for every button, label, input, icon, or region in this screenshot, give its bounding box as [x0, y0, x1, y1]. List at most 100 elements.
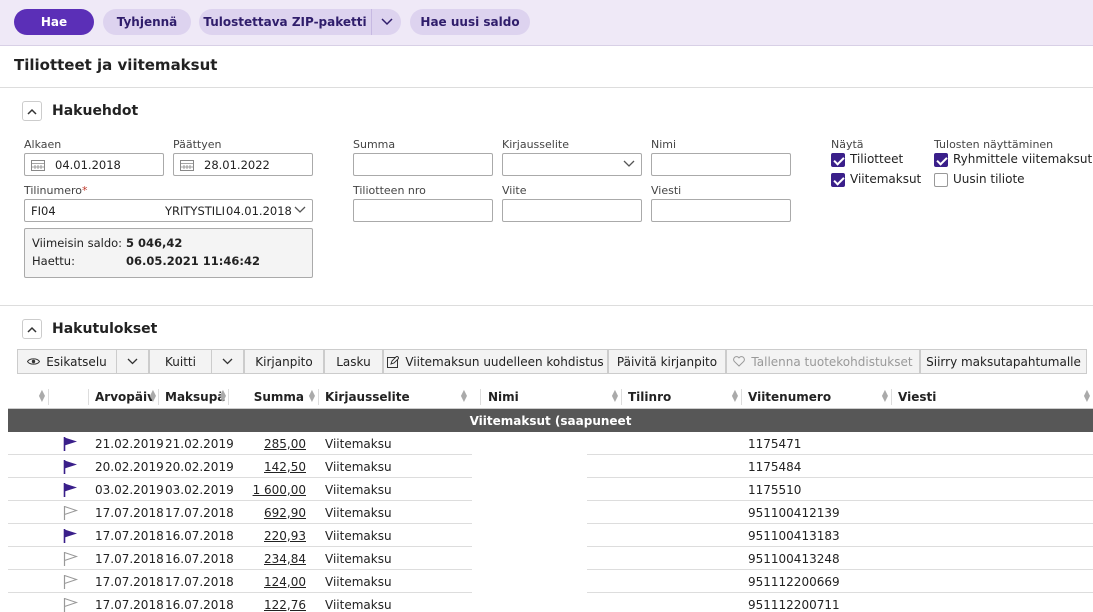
- divider: [158, 389, 159, 405]
- account-select[interactable]: FI04 YRITYSTILI 04.01.2018: [24, 199, 313, 222]
- chevron-up-icon: [27, 108, 37, 115]
- column-reference-label: Viitenumero: [748, 390, 832, 404]
- cell-reference: 951112200711: [748, 597, 840, 612]
- cell-amount[interactable]: 285,00: [234, 432, 306, 455]
- group-header-row[interactable]: Viitemaksut (saapuneet: [8, 409, 1093, 432]
- show-label: Näytä: [831, 138, 864, 151]
- cell-reference: 951100413248: [748, 551, 840, 566]
- flag-outline-icon[interactable]: [63, 574, 79, 589]
- sort-icon: ▲ ▼: [1083, 388, 1090, 403]
- update-bookkeeping-button[interactable]: Päivitä kirjanpito: [608, 349, 726, 374]
- cell-amount[interactable]: 220,93: [234, 524, 306, 547]
- cell-value-date: 21.02.2019: [95, 436, 164, 451]
- top-toolbar: Hae Tyhjennä Tulostettava ZIP-paketti Ha…: [0, 0, 1093, 46]
- flag-outline-icon[interactable]: [63, 597, 79, 612]
- bookkeeping-button[interactable]: Kirjanpito: [244, 349, 324, 374]
- preview-label: Esikatselu: [46, 354, 107, 369]
- cell-entry: Viitemaksu: [325, 436, 392, 451]
- show-statements-checkbox[interactable]: [831, 153, 845, 167]
- entry-select[interactable]: [502, 153, 642, 176]
- flag-filled-icon[interactable]: [63, 528, 79, 543]
- preview-dropdown-button[interactable]: [116, 349, 149, 374]
- eye-icon: [27, 358, 41, 365]
- select-column-header[interactable]: ▲ ▼: [8, 385, 48, 409]
- cell-reference: 951100412139: [748, 505, 840, 520]
- divider: [741, 389, 742, 405]
- show-payments-checkbox[interactable]: [831, 173, 845, 187]
- flag-filled-icon[interactable]: [63, 482, 79, 497]
- calendar-icon: [180, 159, 194, 171]
- group-payments-label: Ryhmittele viitemaksut: [953, 152, 1093, 166]
- cell-amount[interactable]: 692,90: [234, 501, 306, 524]
- name-field[interactable]: [651, 153, 791, 176]
- redacted-area: [472, 432, 587, 612]
- statement-no-field[interactable]: [353, 199, 493, 222]
- collapse-results-button[interactable]: [22, 319, 42, 339]
- group-title: Viitemaksut (saapuneet: [469, 413, 632, 428]
- criteria-section-header: Hakuehdot: [22, 101, 138, 121]
- sort-icon: ▲ ▼: [881, 388, 888, 403]
- collapse-criteria-button[interactable]: [22, 101, 42, 121]
- fetch-new-balance-button[interactable]: Hae uusi saldo: [410, 9, 530, 35]
- cell-amount[interactable]: 234,84: [234, 547, 306, 570]
- cell-value-date: 17.07.2018: [95, 551, 164, 566]
- column-account-label: Tilinro: [628, 390, 672, 404]
- start-date-field[interactable]: 04.01.2018: [24, 153, 164, 176]
- chevron-down-icon: [222, 358, 233, 365]
- column-pay-date[interactable]: Maksupä ▲ ▼: [165, 385, 229, 409]
- invoice-button[interactable]: Lasku: [324, 349, 383, 374]
- entry-label: Kirjausselite: [502, 138, 569, 151]
- sort-icon: ▲ ▼: [149, 388, 156, 403]
- zip-package-button[interactable]: Tulostettava ZIP-paketti: [199, 9, 371, 35]
- cell-amount[interactable]: 1 600,00: [234, 478, 306, 501]
- reference-field[interactable]: [502, 199, 642, 222]
- column-message[interactable]: Viesti ▲ ▼: [898, 385, 1093, 409]
- sort-icon: ▲ ▼: [38, 388, 45, 403]
- cell-value-date: 20.02.2019: [95, 459, 164, 474]
- go-to-payment-button[interactable]: Siirry maksutapahtumalle: [920, 349, 1087, 374]
- latest-statement-checkbox[interactable]: [934, 173, 948, 187]
- results-section-header: Hakutulokset: [22, 319, 157, 339]
- start-date-label: Alkaen: [24, 138, 62, 151]
- column-amount[interactable]: Summa ▲ ▼: [234, 385, 318, 409]
- save-allocations-button[interactable]: Tallenna tuotekohdistukset: [726, 349, 920, 374]
- receipt-button[interactable]: Kuitti: [149, 349, 211, 374]
- column-name-label: Nimi: [488, 390, 519, 404]
- reallocate-payment-button[interactable]: Viitemaksun uudelleen kohdistus: [383, 349, 608, 374]
- flag-outline-icon[interactable]: [63, 551, 79, 566]
- flag-filled-icon[interactable]: [63, 459, 79, 474]
- zip-dropdown-button[interactable]: [371, 9, 401, 35]
- chevron-down-icon: [294, 206, 306, 213]
- cell-amount[interactable]: 122,76: [234, 593, 306, 612]
- cell-amount[interactable]: 124,00: [234, 570, 306, 593]
- chevron-down-icon: [623, 160, 635, 167]
- receipt-dropdown-button[interactable]: [211, 349, 244, 374]
- column-entry-label: Kirjausselite: [325, 390, 410, 404]
- divider: [88, 389, 89, 405]
- end-date-field[interactable]: 28.01.2022: [173, 153, 313, 176]
- column-entry[interactable]: Kirjausselite ▲ ▼: [325, 385, 470, 409]
- sort-icon: ▲ ▼: [611, 388, 618, 403]
- flag-filled-icon[interactable]: [63, 436, 79, 451]
- sum-field[interactable]: [353, 153, 493, 176]
- reallocate-label: Viitemaksun uudelleen kohdistus: [405, 354, 604, 369]
- column-value-date-label: Arvopäiv: [95, 390, 155, 404]
- group-payments-checkbox[interactable]: [934, 153, 948, 167]
- cell-reference: 1175471: [748, 436, 802, 451]
- cell-reference: 1175484: [748, 459, 802, 474]
- search-button[interactable]: Hae: [14, 9, 94, 35]
- cell-amount[interactable]: 142,50: [234, 455, 306, 478]
- column-name[interactable]: Nimi ▲ ▼: [488, 385, 621, 409]
- statement-no-label: Tiliotteen nro: [353, 184, 426, 197]
- message-field[interactable]: [651, 199, 791, 222]
- preview-button[interactable]: Esikatselu: [17, 349, 116, 374]
- column-reference[interactable]: Viitenumero ▲ ▼: [748, 385, 891, 409]
- flag-outline-icon[interactable]: [63, 505, 79, 520]
- cell-entry: Viitemaksu: [325, 505, 392, 520]
- column-value-date[interactable]: Arvopäiv ▲ ▼: [95, 385, 159, 409]
- clear-button[interactable]: Tyhjennä: [103, 9, 191, 35]
- end-date-value: 28.01.2022: [204, 157, 270, 172]
- column-account[interactable]: Tilinro ▲ ▼: [628, 385, 741, 409]
- cell-value-date: 17.07.2018: [95, 597, 164, 612]
- sort-icon: ▲ ▼: [460, 388, 467, 403]
